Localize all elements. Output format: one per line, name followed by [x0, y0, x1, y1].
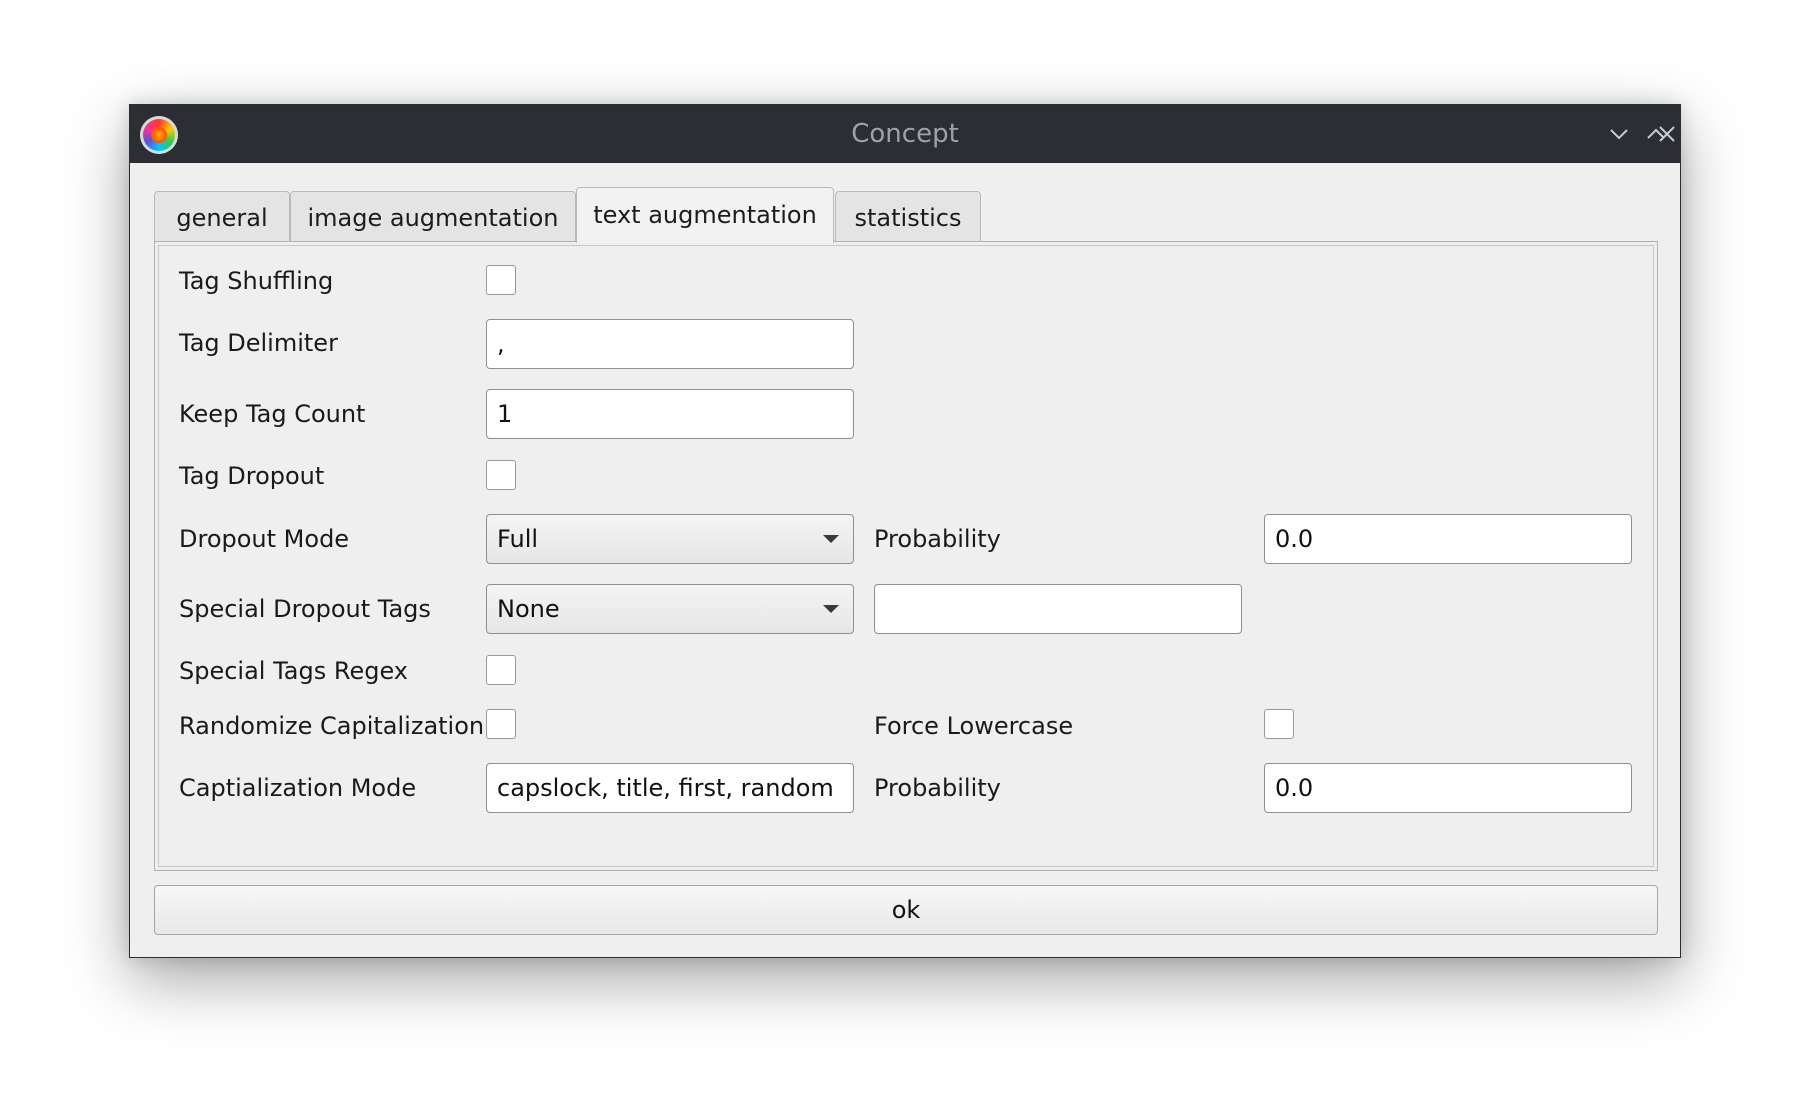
dropdown-arrow-icon — [823, 605, 839, 613]
title-bar[interactable]: Concept — [130, 105, 1680, 163]
capitalization-mode-label: Captialization Mode — [179, 774, 417, 802]
tab-text-augmentation[interactable]: text augmentation — [576, 187, 834, 243]
randomize-capitalization-label: Randomize Capitalization — [179, 712, 485, 740]
capitalization-mode-input[interactable]: capslock, title, first, random — [486, 763, 854, 813]
tab-general[interactable]: general — [154, 191, 290, 241]
dropout-probability-input[interactable]: 0.0 — [1264, 514, 1632, 564]
keep-tag-count-label: Keep Tag Count — [179, 400, 366, 428]
special-dropout-tags-input[interactable] — [874, 584, 1242, 634]
special-tags-regex-label: Special Tags Regex — [179, 657, 409, 685]
window-title: Concept — [851, 119, 959, 149]
dropout-mode-label: Dropout Mode — [179, 525, 350, 553]
special-dropout-tags-label: Special Dropout Tags — [179, 595, 431, 623]
dropout-mode-select[interactable]: Full — [486, 514, 854, 564]
capitalization-probability-input[interactable]: 0.0 — [1264, 763, 1632, 813]
close-button[interactable] — [1652, 119, 1682, 149]
capitalization-probability-label: Probability — [874, 774, 1001, 802]
close-icon — [1659, 126, 1675, 142]
special-tags-regex-checkbox[interactable] — [486, 655, 516, 685]
tag-dropout-checkbox[interactable] — [486, 460, 516, 490]
special-dropout-tags-value: None — [497, 595, 560, 623]
dropout-mode-value: Full — [497, 525, 539, 553]
special-dropout-tags-select[interactable]: None — [486, 584, 854, 634]
force-lowercase-checkbox[interactable] — [1264, 709, 1294, 739]
text-augmentation-panel: Tag Shuffling Tag Delimiter , Keep Tag C… — [154, 241, 1658, 871]
tag-shuffling-checkbox[interactable] — [486, 265, 516, 295]
chevron-down-icon — [1610, 129, 1628, 140]
minimize-button[interactable] — [1604, 119, 1634, 149]
ok-button[interactable]: ok — [154, 885, 1658, 935]
keep-tag-count-input[interactable]: 1 — [486, 389, 854, 439]
tab-image-augmentation[interactable]: image augmentation — [290, 191, 576, 241]
dropdown-arrow-icon — [823, 535, 839, 543]
tag-delimiter-label: Tag Delimiter — [179, 329, 338, 357]
concept-dialog: Concept general image augmentation text … — [129, 104, 1681, 958]
dropout-probability-label: Probability — [874, 525, 1001, 553]
tag-dropout-label: Tag Dropout — [179, 462, 325, 490]
tab-statistics[interactable]: statistics — [835, 191, 981, 241]
force-lowercase-label: Force Lowercase — [874, 712, 1074, 740]
randomize-capitalization-checkbox[interactable] — [486, 709, 516, 739]
tag-shuffling-label: Tag Shuffling — [179, 267, 334, 295]
tag-delimiter-input[interactable]: , — [486, 319, 854, 369]
